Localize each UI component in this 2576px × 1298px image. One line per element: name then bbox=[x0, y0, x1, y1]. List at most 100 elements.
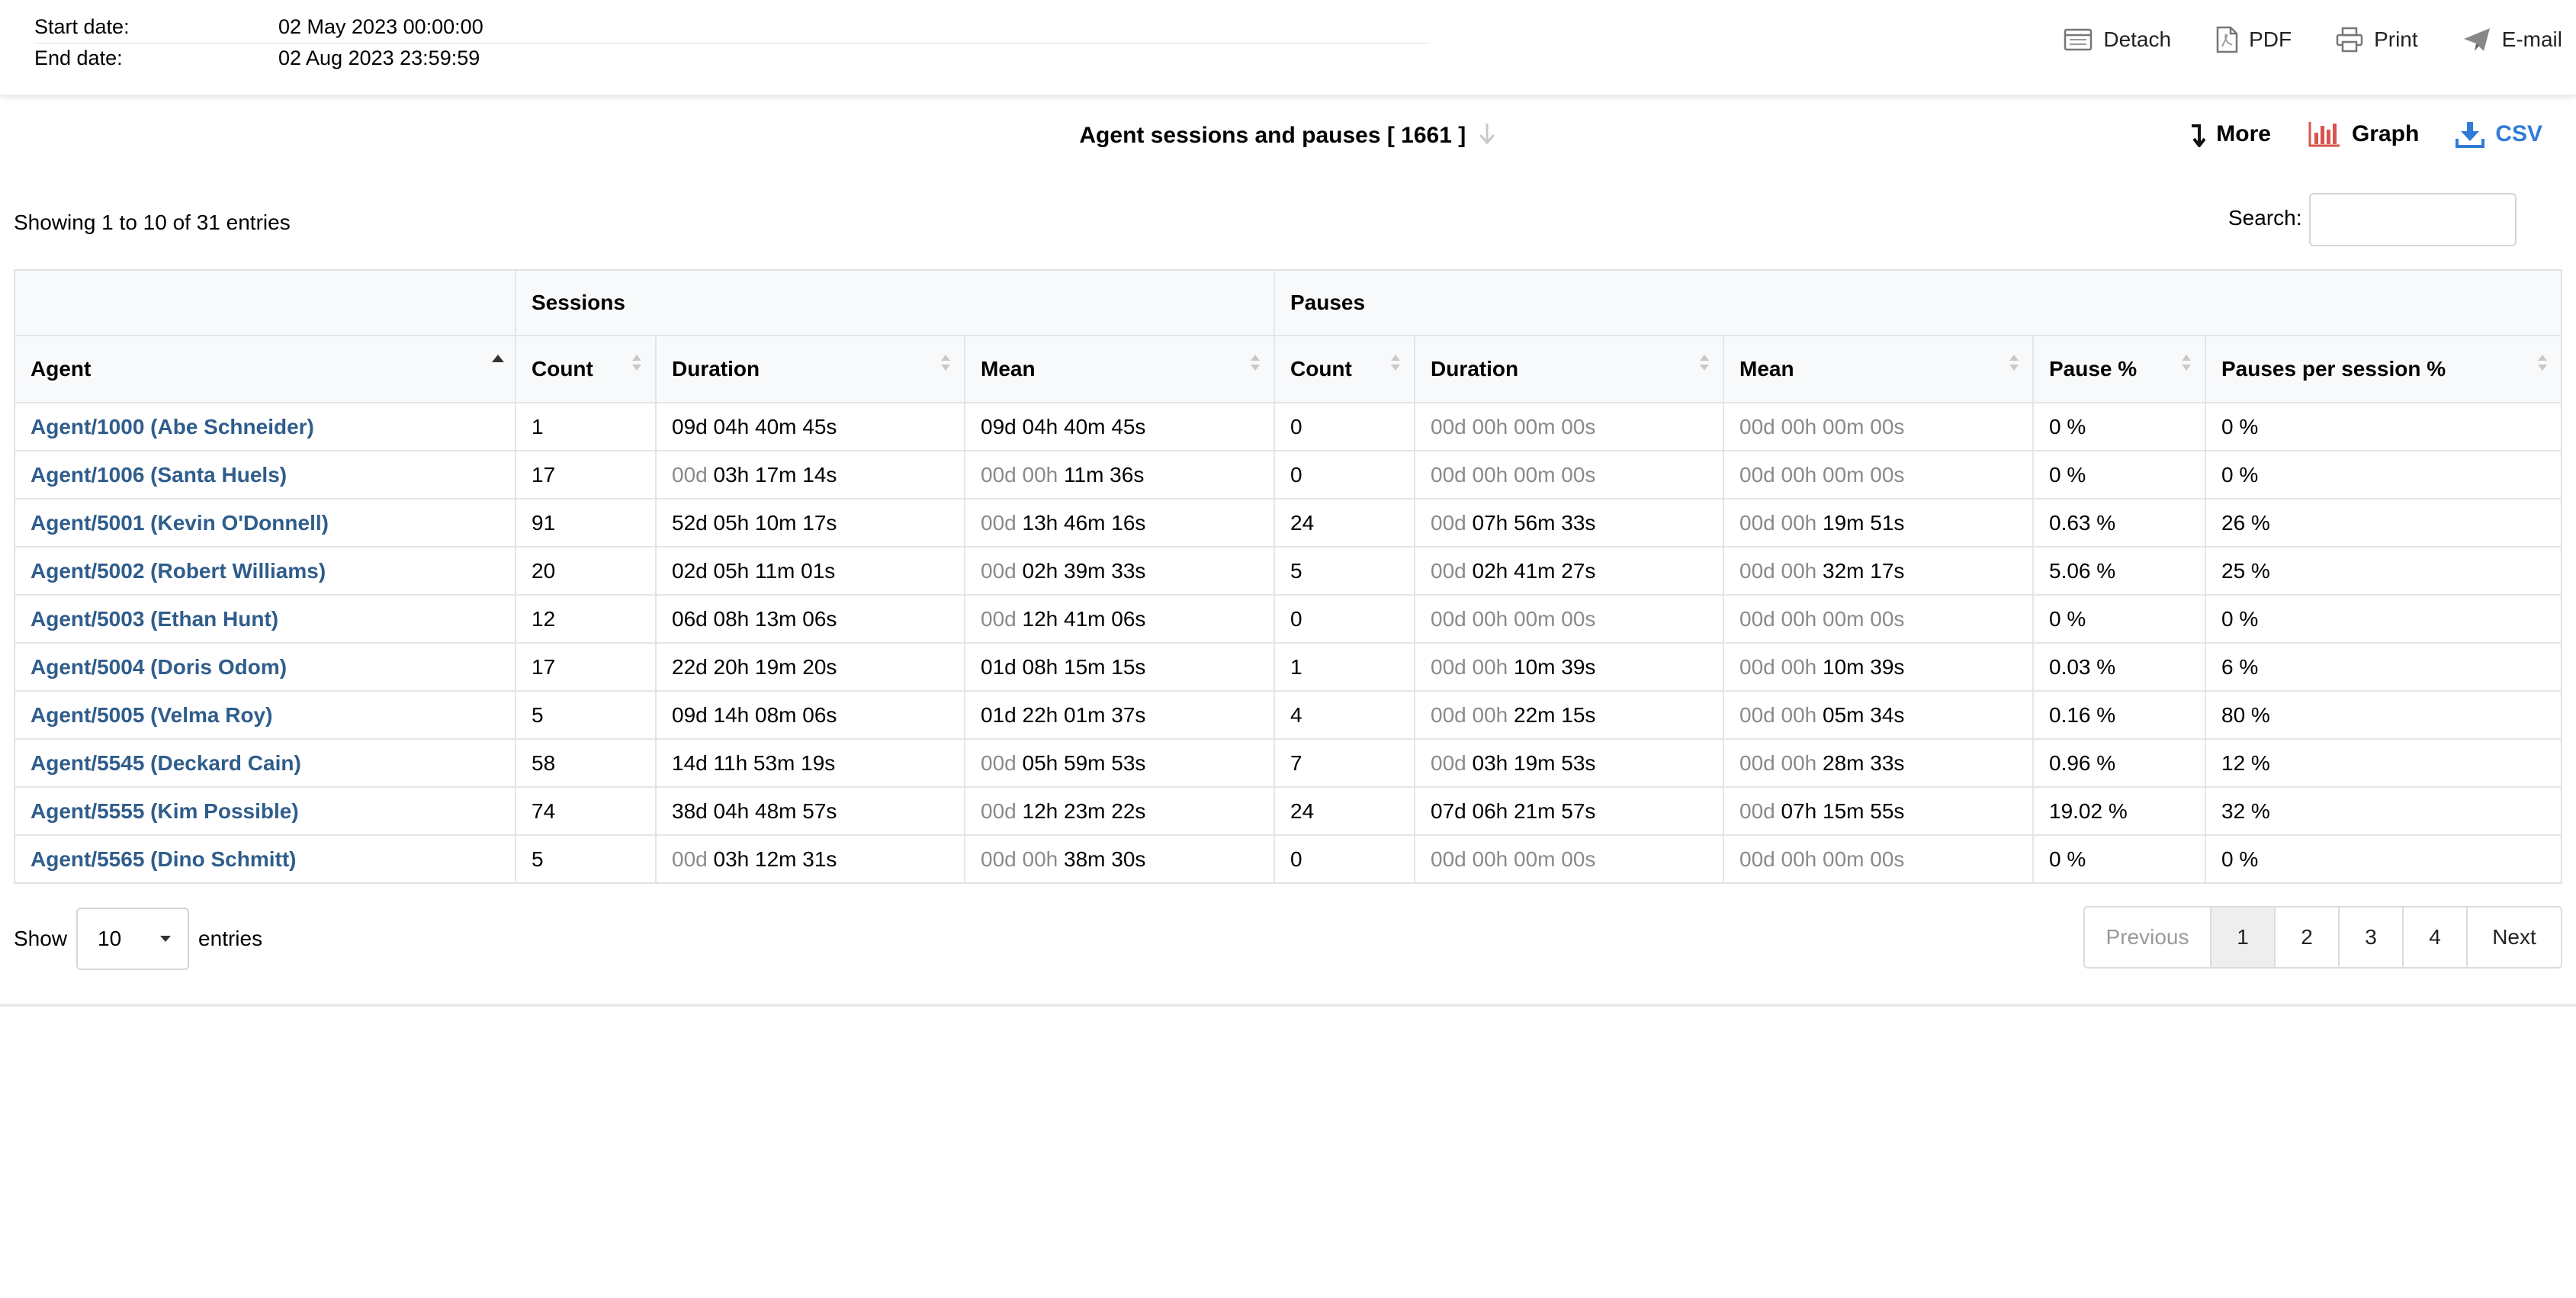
more-button[interactable]: More bbox=[2190, 121, 2271, 147]
duration-zero-part: 00d bbox=[672, 462, 714, 487]
duration-value-part: 05h 59m 53s bbox=[1022, 750, 1146, 775]
duration-zero-part: 00d 00h bbox=[1431, 654, 1514, 679]
sort-icon bbox=[2182, 355, 2191, 373]
level-down-icon bbox=[2192, 124, 2206, 147]
cell-pauses-duration: 00d 00h 00m 00s bbox=[1414, 450, 1723, 499]
cell-value: 24 bbox=[1290, 798, 1315, 823]
column-header-row: Agent Count Duration Mean Count Duration Mean P… bbox=[15, 335, 2561, 403]
duration-zero-part: 00d 00h bbox=[1739, 702, 1823, 727]
duration-zero-part: 00d 00h 00m 00s bbox=[1739, 606, 1905, 631]
cell-pauses-per-session-percent: 0 % bbox=[2205, 450, 2561, 499]
cell-pauses-mean: 00d 07h 15m 55s bbox=[1723, 786, 2033, 835]
print-button[interactable]: Print bbox=[2336, 27, 2418, 53]
table-row: Agent/5005 (Velma Roy) 5 09d 14h 08m 06s 01… bbox=[15, 690, 2561, 739]
cell-sessions-count: 17 bbox=[515, 642, 656, 691]
next-page-button[interactable]: Next bbox=[2466, 908, 2561, 967]
email-label: E-mail bbox=[2501, 27, 2562, 51]
duration-zero-part: 00d bbox=[981, 558, 1023, 583]
cell-sessions-duration: 14d 11h 53m 19s bbox=[655, 738, 965, 787]
table-row: Agent/5004 (Doris Odom) 17 22d 20h 19m 20s… bbox=[15, 642, 2561, 691]
duration-zero-part: 00d bbox=[1739, 798, 1781, 823]
agent-link[interactable]: Agent/5545 (Deckard Cain) bbox=[31, 751, 301, 775]
email-button[interactable]: E-mail bbox=[2462, 27, 2562, 53]
report-title-text: Agent sessions and pauses [ 1661 ] bbox=[1079, 122, 1466, 148]
column-header-sessions-count[interactable]: Count bbox=[515, 335, 656, 403]
page-length-value: 10 bbox=[98, 927, 122, 950]
cell-value: 5 bbox=[532, 702, 544, 727]
previous-page-button[interactable]: Previous bbox=[2085, 908, 2210, 967]
cell-value: 0 % bbox=[2221, 462, 2259, 487]
table-row: Agent/5545 (Deckard Cain) 58 14d 11h 53m 1… bbox=[15, 738, 2561, 787]
duration-value-part: 32m 17s bbox=[1823, 558, 1905, 583]
cell-sessions-mean: 00d 12h 41m 06s bbox=[964, 594, 1274, 643]
duration-zero-part: 00d 00h 00m 00s bbox=[1431, 847, 1596, 871]
cell-sessions-duration: 02d 05h 11m 01s bbox=[655, 546, 965, 595]
cell-value: 26 % bbox=[2221, 510, 2270, 535]
page-button-2[interactable]: 2 bbox=[2274, 908, 2338, 967]
page-button-1[interactable]: 1 bbox=[2210, 908, 2274, 967]
cell-pauses-duration: 00d 00h 00m 00s bbox=[1414, 834, 1723, 882]
graph-button[interactable]: Graph bbox=[2308, 120, 2419, 148]
page-length-select[interactable]: 10 bbox=[76, 908, 190, 970]
cell-value: 0 % bbox=[2049, 606, 2086, 631]
column-header-pause-percent[interactable]: Pause % bbox=[2032, 335, 2205, 403]
cell-pauses-duration: 00d 03h 19m 53s bbox=[1414, 738, 1723, 787]
column-header-sessions-mean[interactable]: Mean bbox=[964, 335, 1274, 403]
column-header-agent[interactable]: Agent bbox=[15, 335, 516, 403]
agent-link[interactable]: Agent/5005 (Velma Roy) bbox=[31, 703, 272, 727]
sort-icon bbox=[1700, 355, 1709, 373]
duration-value-part: 22m 15s bbox=[1514, 702, 1596, 727]
cell-sessions-mean: 00d 00h 38m 30s bbox=[964, 834, 1274, 882]
agent-link[interactable]: Agent/5565 (Dino Schmitt) bbox=[31, 847, 296, 871]
duration-value-part: 52d 05h 10m 17s bbox=[672, 510, 837, 535]
agent-link[interactable]: Agent/5004 (Doris Odom) bbox=[31, 655, 287, 679]
duration-zero-part: 00d 00h 00m 00s bbox=[1739, 462, 1905, 487]
table-body: Agent/1000 (Abe Schneider) 1 09d 04h 40m 4… bbox=[15, 402, 2561, 882]
page-button-4[interactable]: 4 bbox=[2402, 908, 2466, 967]
cell-pauses-count: 4 bbox=[1274, 690, 1415, 739]
cell-pauses-count: 24 bbox=[1274, 786, 1415, 835]
cell-pause-percent: 0.63 % bbox=[2032, 498, 2205, 547]
cell-value: 0 bbox=[1290, 462, 1302, 487]
cell-value: 12 bbox=[532, 606, 556, 631]
agent-link[interactable]: Agent/5555 (Kim Possible) bbox=[31, 799, 299, 823]
agent-link[interactable]: Agent/1000 (Abe Schneider) bbox=[31, 415, 314, 439]
column-header-pauses-per-session-percent[interactable]: Pauses per session % bbox=[2205, 335, 2561, 403]
cell-sessions-mean: 00d 05h 59m 53s bbox=[964, 738, 1274, 787]
pdf-button[interactable]: PDF bbox=[2215, 26, 2292, 53]
table-info: Showing 1 to 10 of 31 entries bbox=[14, 210, 291, 234]
duration-value-part: 01d 08h 15m 15s bbox=[981, 654, 1146, 679]
table-row: Agent/5003 (Ethan Hunt) 12 06d 08h 13m 06s… bbox=[15, 594, 2561, 643]
entries-label: entries bbox=[198, 927, 263, 950]
agent-link[interactable]: Agent/5002 (Robert Williams) bbox=[31, 559, 326, 583]
agent-link[interactable]: Agent/5001 (Kevin O'Donnell) bbox=[31, 511, 329, 535]
search-input[interactable] bbox=[2309, 193, 2517, 246]
cell-pauses-mean: 00d 00h 00m 00s bbox=[1723, 594, 2033, 643]
csv-label: CSV bbox=[2495, 121, 2542, 146]
cell-value: 74 bbox=[532, 798, 556, 823]
cell-value: 17 bbox=[532, 654, 556, 679]
cell-pause-percent: 0 % bbox=[2032, 834, 2205, 882]
agent-link[interactable]: Agent/5003 (Ethan Hunt) bbox=[31, 607, 278, 631]
page-button-3[interactable]: 3 bbox=[2338, 908, 2402, 967]
cell-pauses-mean: 00d 00h 05m 34s bbox=[1723, 690, 2033, 739]
duration-zero-part: 00d 00h 00m 00s bbox=[1431, 462, 1596, 487]
column-header-pauses-mean[interactable]: Mean bbox=[1723, 335, 2033, 403]
cell-agent: Agent/5005 (Velma Roy) bbox=[15, 690, 516, 739]
detach-button[interactable]: Detach bbox=[2064, 27, 2171, 52]
caret-down-icon bbox=[160, 936, 172, 942]
cell-pause-percent: 0.96 % bbox=[2032, 738, 2205, 787]
column-header-pauses-duration[interactable]: Duration bbox=[1414, 335, 1723, 403]
arrow-down-icon[interactable] bbox=[1477, 122, 1497, 151]
column-header-pauses-count[interactable]: Count bbox=[1274, 335, 1415, 403]
csv-button[interactable]: CSV bbox=[2456, 120, 2542, 148]
cell-pause-percent: 19.02 % bbox=[2032, 786, 2205, 835]
detach-icon bbox=[2064, 28, 2093, 51]
column-header-sessions-duration[interactable]: Duration bbox=[655, 335, 965, 403]
cell-value: 7 bbox=[1290, 750, 1302, 775]
duration-value-part: 03h 17m 14s bbox=[713, 462, 837, 487]
agent-link[interactable]: Agent/1006 (Santa Huels) bbox=[31, 463, 287, 487]
cell-sessions-duration: 22d 20h 19m 20s bbox=[655, 642, 965, 691]
sort-icon bbox=[1251, 355, 1260, 373]
cell-sessions-duration: 00d 03h 12m 31s bbox=[655, 834, 965, 882]
